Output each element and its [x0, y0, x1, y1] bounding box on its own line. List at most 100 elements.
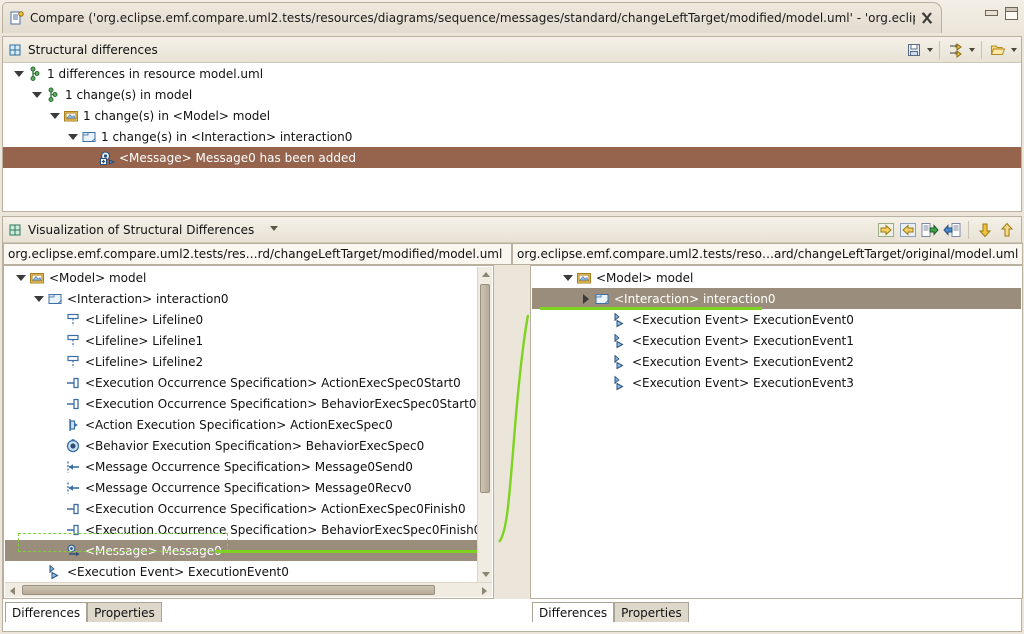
left-vscroll-thumb[interactable]	[480, 284, 490, 493]
action-exec-icon	[65, 417, 83, 433]
left-tree-selection-marker	[18, 533, 228, 552]
tab-differences-right[interactable]: Differences	[532, 602, 615, 622]
tree-row[interactable]: <Execution Occurrence Specification> Act…	[5, 498, 477, 519]
scroll-left-arrow-icon[interactable]	[5, 583, 20, 598]
tree-row-label: <Execution Occurrence Specification> Act…	[85, 501, 466, 516]
tree-row-label: 1 differences in resource model.uml	[47, 66, 264, 81]
tree-row[interactable]: <Execution Event> ExecutionEvent3	[532, 372, 1021, 393]
tree-row[interactable]: <Message Occurrence Specification> Messa…	[5, 456, 477, 477]
tree-row[interactable]: 1 change(s) in <Model> model	[3, 105, 1021, 126]
save-icon[interactable]	[904, 40, 924, 60]
tree-row[interactable]: <Lifeline> Lifeline1	[5, 330, 477, 351]
message-occurrence-icon	[65, 480, 83, 496]
tree-row-label: <Lifeline> Lifeline0	[85, 312, 204, 327]
twisty-expanded-icon[interactable]	[50, 112, 60, 119]
tree-twisty[interactable]	[47, 112, 63, 119]
twisty-expanded-icon[interactable]	[34, 295, 44, 302]
editor-tab[interactable]: Compare ('org.eclipse.emf.compare.uml2.t…	[2, 2, 942, 33]
tree-row[interactable]: <Execution Event> ExecutionEvent0	[5, 561, 477, 581]
tree-twisty[interactable]	[65, 133, 81, 140]
up-arrow-icon[interactable]	[997, 220, 1017, 240]
twisty-collapsed-icon[interactable]	[583, 293, 589, 304]
right-tree-panel: <Model> model <Interaction> interaction0…	[530, 265, 1023, 599]
model-icon	[576, 270, 594, 286]
tree-row-label: <Message Occurrence Specification> Messa…	[85, 480, 412, 495]
left-tree-horizontal-scrollbar[interactable]	[5, 582, 492, 597]
tree-twisty[interactable]	[13, 274, 29, 281]
title-bar: Compare ('org.eclipse.emf.compare.uml2.t…	[0, 0, 1024, 33]
tree-row[interactable]: <Model> model	[5, 267, 477, 288]
twisty-expanded-icon[interactable]	[563, 274, 573, 281]
down-arrow-icon[interactable]	[975, 220, 995, 240]
left-hscroll-thumb[interactable]	[22, 585, 435, 595]
tab-properties-right[interactable]: Properties	[614, 602, 689, 622]
tab-properties-left[interactable]: Properties	[87, 602, 162, 622]
copy-left-arrow-icon[interactable]	[898, 220, 918, 240]
right-model-tree[interactable]: <Model> model <Interaction> interaction0…	[532, 267, 1021, 597]
scroll-down-arrow-icon[interactable]	[478, 567, 493, 582]
tree-twisty[interactable]	[578, 293, 594, 304]
tree-row[interactable]: <Execution Occurrence Specification> Act…	[5, 372, 477, 393]
interaction-icon	[81, 129, 99, 145]
execution-event-icon	[612, 375, 630, 391]
twisty-expanded-icon[interactable]	[68, 133, 78, 140]
tree-row[interactable]: 1 change(s) in model	[3, 84, 1021, 105]
tree-row[interactable]: <Execution Occurrence Specification> Beh…	[5, 393, 477, 414]
tree-row[interactable]: 1 change(s) in <Interaction> interaction…	[3, 126, 1021, 147]
tree-twisty[interactable]	[29, 91, 45, 98]
twisty-expanded-icon[interactable]	[14, 70, 24, 77]
minimize-icon[interactable]	[985, 9, 998, 19]
filter-chevron-down-icon[interactable]	[969, 48, 975, 52]
open-chevron-down-icon[interactable]	[1011, 48, 1017, 52]
tree-row-label: <Execution Event> ExecutionEvent0	[67, 564, 289, 579]
tree-twisty[interactable]	[560, 274, 576, 281]
twisty-expanded-icon[interactable]	[32, 91, 42, 98]
scroll-right-arrow-icon[interactable]	[477, 583, 492, 598]
scroll-up-arrow-icon[interactable]	[478, 267, 493, 282]
copy-all-left-icon[interactable]	[942, 220, 962, 240]
tree-row[interactable]: 1 differences in resource model.uml	[3, 63, 1021, 84]
tree-row-label: <Message> Message0 has been added	[119, 150, 356, 165]
close-icon[interactable]	[919, 10, 935, 26]
diff-highlight-line	[215, 550, 477, 553]
tree-row[interactable]: <Message> Message0 has been added	[3, 147, 1021, 168]
save-chevron-down-icon[interactable]	[927, 48, 933, 52]
tab-properties-left-label: Properties	[94, 605, 155, 620]
tree-twisty[interactable]	[11, 70, 27, 77]
tab-differences-left-label: Differences	[12, 605, 81, 620]
filter-arrows-icon[interactable]	[946, 40, 966, 60]
left-path-text: org.eclipse.emf.compare.uml2.tests/res…r…	[8, 247, 503, 261]
behavior-exec-icon	[65, 438, 83, 454]
tree-row[interactable]: <Execution Event> ExecutionEvent1	[532, 330, 1021, 351]
tree-row[interactable]: <Execution Event> ExecutionEvent2	[532, 351, 1021, 372]
structural-differences-tree[interactable]: 1 differences in resource model.uml 1 ch…	[3, 63, 1021, 211]
tree-row[interactable]: <Execution Event> ExecutionEvent0	[532, 309, 1021, 330]
copy-all-right-icon[interactable]	[920, 220, 940, 240]
left-tree-vertical-scrollbar[interactable]	[477, 267, 492, 582]
visualization-icon	[7, 222, 23, 238]
structural-differences-section: Structural differences 1 differences in …	[2, 36, 1022, 212]
tree-twisty[interactable]	[31, 295, 47, 302]
tree-row[interactable]: <Action Execution Specification> ActionE…	[5, 414, 477, 435]
tree-row[interactable]: <Lifeline> Lifeline0	[5, 309, 477, 330]
model-icon	[63, 108, 81, 124]
folder-open-icon[interactable]	[988, 40, 1008, 60]
maximize-icon[interactable]	[1005, 7, 1018, 20]
tab-differences-left[interactable]: Differences	[5, 602, 88, 622]
tree-row[interactable]: <Lifeline> Lifeline2	[5, 351, 477, 372]
tree-row-label: <Behavior Execution Specification> Behav…	[85, 438, 425, 453]
tab-properties-right-label: Properties	[621, 605, 682, 620]
tree-row[interactable]: <Interaction> interaction0	[532, 288, 1021, 310]
tree-row-label: <Model> model	[49, 270, 147, 285]
lifeline-icon	[65, 312, 83, 328]
tree-row[interactable]: <Interaction> interaction0	[5, 288, 477, 309]
left-tab-strip: Differences Properties	[5, 600, 162, 622]
copy-right-arrow-icon[interactable]	[876, 220, 896, 240]
tree-row[interactable]: <Model> model	[532, 267, 1021, 288]
twisty-expanded-icon[interactable]	[16, 274, 26, 281]
right-tab-strip: Differences Properties	[532, 600, 689, 622]
tree-row[interactable]: <Behavior Execution Specification> Behav…	[5, 435, 477, 456]
tree-row[interactable]: <Message Occurrence Specification> Messa…	[5, 477, 477, 498]
visualization-menu-chevron-down-icon[interactable]	[268, 222, 280, 237]
tree-row-label: <Execution Event> ExecutionEvent2	[632, 354, 854, 369]
